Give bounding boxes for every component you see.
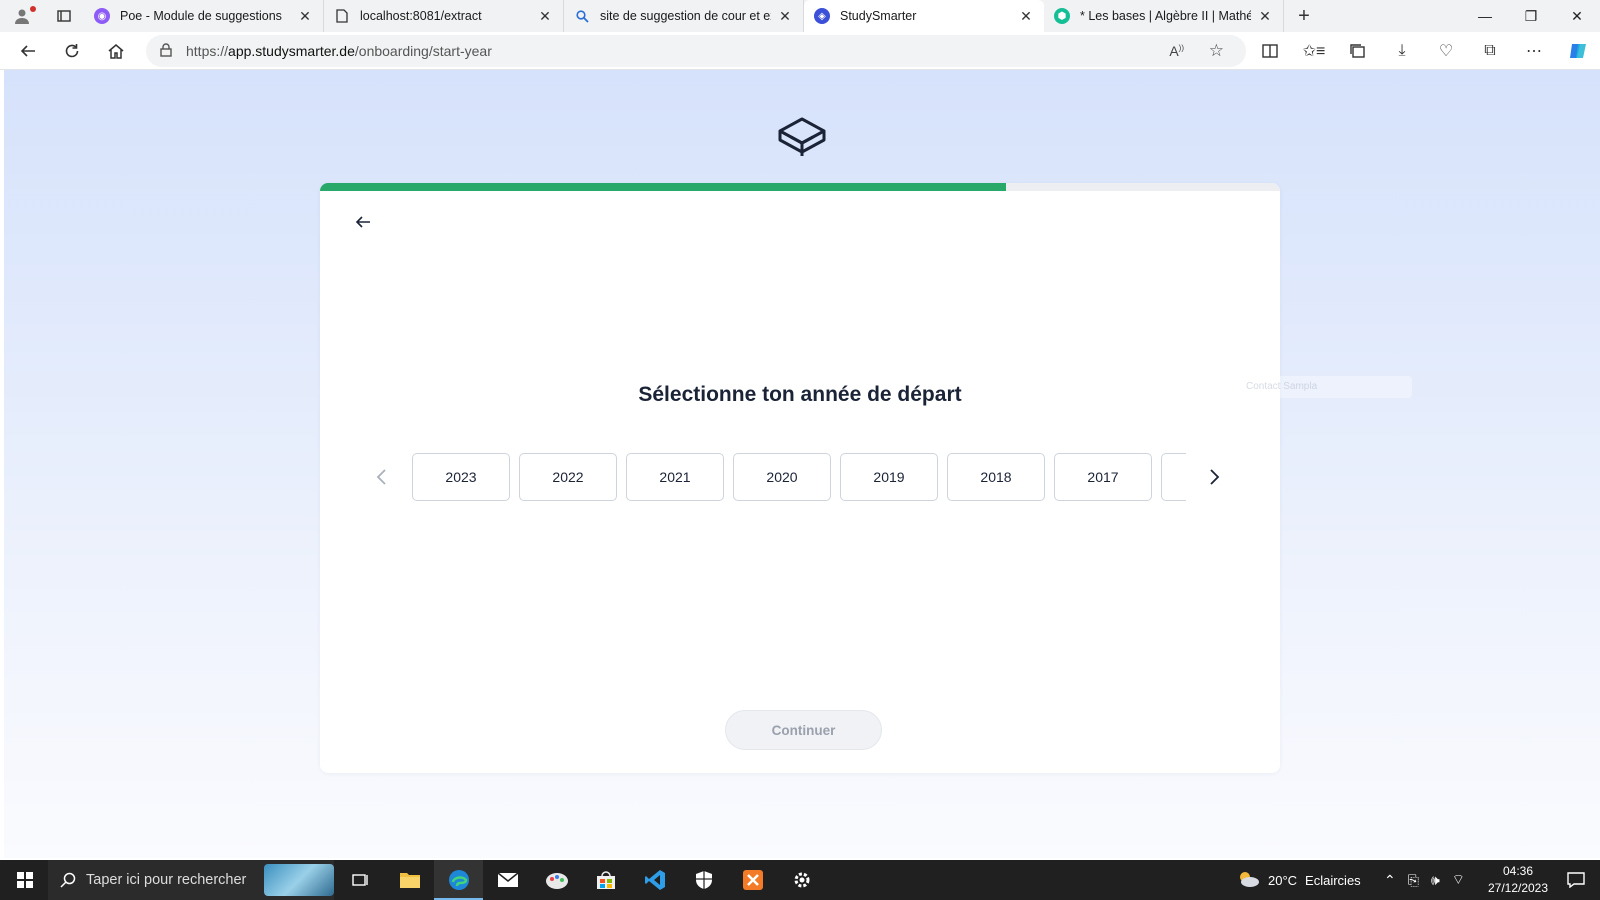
tab-actions-icon[interactable]	[44, 0, 84, 32]
split-screen-icon[interactable]	[1248, 32, 1292, 70]
xampp-icon[interactable]	[728, 860, 777, 900]
close-tab-icon[interactable]: ✕	[297, 8, 313, 25]
year-option-2022[interactable]: 2022	[519, 453, 617, 501]
minimize-button[interactable]: —	[1462, 0, 1508, 32]
years-viewport: 2023202220212020201920182017 2016	[412, 453, 1186, 501]
read-aloud-icon[interactable]: A))	[1169, 43, 1184, 59]
studysmarter-icon: ◈	[814, 8, 830, 24]
browser-tab[interactable]: ◈ StudySmarter ✕	[804, 0, 1044, 32]
year-option-2016[interactable]: 2016	[1161, 453, 1186, 501]
navigation-bar: https://app.studysmarter.de/onboarding/s…	[0, 32, 1600, 70]
ghost-overlay-text: Contact Sampla	[1214, 376, 1412, 398]
store-icon[interactable]	[581, 860, 630, 900]
search-placeholder: Taper ici pour rechercher	[86, 872, 247, 888]
restore-button[interactable]: ❐	[1508, 0, 1554, 32]
home-button[interactable]	[94, 32, 138, 70]
search-icon	[60, 872, 76, 892]
onboarding-card: Sélectionne ton année de départ 2023 2022…	[320, 183, 1280, 773]
browser-tab[interactable]: localhost:8081/extract ✕	[324, 0, 564, 32]
close-tab-icon[interactable]: ✕	[777, 8, 793, 25]
close-tab-icon[interactable]: ✕	[537, 8, 553, 25]
page-background: Sélectionne ton année de départ 2023 2022…	[4, 70, 1600, 858]
poe-icon: ◉	[94, 8, 110, 24]
vscode-icon[interactable]	[630, 860, 679, 900]
url-path: /onboarding/start-year	[354, 43, 492, 59]
settings-gear-icon[interactable]	[777, 860, 826, 900]
tray-icons: ⌃ ⎘ 🕪 ⌔	[1384, 860, 1465, 900]
studysmarter-logo-icon	[776, 116, 828, 160]
year-option-2018[interactable]: 2018	[947, 453, 1045, 501]
clock-time: 04:36	[1502, 864, 1534, 878]
close-tab-icon[interactable]: ✕	[1018, 8, 1034, 25]
browser-tab[interactable]: ◉ Poe - Module de suggestions ✕	[84, 0, 324, 32]
notification-dot-icon	[30, 6, 36, 12]
clock[interactable]: 04:36 27/12/2023	[1478, 860, 1558, 900]
year-option-2017[interactable]: 2017	[1054, 453, 1152, 501]
address-bar[interactable]: https://app.studysmarter.de/onboarding/s…	[146, 35, 1246, 67]
carousel-next-button[interactable]	[1196, 459, 1232, 495]
close-window-button[interactable]: ✕	[1554, 0, 1600, 32]
year-option-2023[interactable]: 2023	[412, 453, 510, 501]
more-menu-icon[interactable]: ⋯	[1512, 32, 1556, 70]
browser-tab[interactable]: ⬢ * Les bases | Algèbre II | Mathém ✕	[1044, 0, 1284, 32]
profile-icon[interactable]	[0, 0, 44, 32]
tab-title: StudySmarter	[840, 9, 917, 23]
favorites-icon[interactable]: ✩≡	[1292, 32, 1336, 70]
year-option-2021[interactable]: 2021	[626, 453, 724, 501]
browser-essentials-icon[interactable]: ♡	[1424, 32, 1468, 70]
copilot-icon[interactable]	[1556, 32, 1600, 70]
weather-cloud-sun-icon	[1236, 869, 1260, 892]
downloads-icon[interactable]: ⤓	[1380, 32, 1424, 70]
back-arrow-button[interactable]	[350, 209, 376, 235]
refresh-button[interactable]	[50, 32, 94, 70]
browser-tab[interactable]: site de suggestion de cour et exe ✕	[564, 0, 804, 32]
extensions-icon[interactable]: ⧉	[1468, 32, 1512, 70]
notification-center-icon[interactable]	[1556, 860, 1596, 900]
document-icon	[334, 8, 350, 24]
year-option-2020[interactable]: 2020	[733, 453, 831, 501]
tab-title: Poe - Module de suggestions	[120, 9, 282, 23]
new-tab-button[interactable]: +	[1284, 0, 1324, 32]
file-explorer-icon[interactable]	[385, 860, 434, 900]
progress-bar	[320, 183, 1280, 191]
wifi-icon[interactable]: ⌔	[1452, 871, 1465, 889]
url-host: app.studysmarter.de	[228, 43, 355, 59]
page-title: Sélectionne ton année de départ	[638, 383, 962, 406]
back-nav-button[interactable]	[6, 32, 50, 70]
weather-temp: 20°C	[1268, 872, 1298, 888]
carousel-prev-button[interactable]	[364, 459, 400, 495]
year-option-2019[interactable]: 2019	[840, 453, 938, 501]
paint-icon[interactable]	[532, 860, 581, 900]
lock-icon	[160, 42, 172, 60]
url-prefix: https://	[186, 43, 229, 59]
browser-tab-strip: ◉ Poe - Module de suggestions ✕ localhost:8…	[0, 0, 1600, 32]
device-icon[interactable]: ⎘	[1408, 872, 1419, 889]
weather-widget[interactable]: 20°C Eclaircies	[1236, 860, 1361, 900]
taskbar-search-input[interactable]: Taper ici pour rechercher	[48, 860, 334, 900]
volume-icon[interactable]: 🕪	[1431, 872, 1440, 889]
search-icon	[574, 8, 590, 24]
collections-icon[interactable]	[1336, 32, 1380, 70]
tab-title: * Les bases | Algèbre II | Mathém	[1080, 9, 1251, 23]
edge-browser-icon[interactable]	[434, 860, 483, 900]
show-hidden-icons-chevron-icon[interactable]: ⌃	[1384, 872, 1396, 889]
search-highlight-image-icon	[264, 864, 334, 896]
mail-icon[interactable]	[483, 860, 532, 900]
weather-desc: Eclaircies	[1305, 872, 1361, 888]
close-tab-icon[interactable]: ✕	[1257, 8, 1273, 25]
security-shield-icon[interactable]	[679, 860, 728, 900]
favorite-star-icon[interactable]: ☆	[1209, 41, 1224, 61]
clock-date: 27/12/2023	[1487, 881, 1549, 895]
start-button[interactable]	[0, 860, 49, 900]
continue-button[interactable]: Continuer	[725, 710, 882, 750]
khan-icon: ⬢	[1054, 8, 1070, 24]
tab-title: site de suggestion de cour et exe	[600, 9, 771, 23]
progress-fill	[320, 183, 1007, 191]
tab-title: localhost:8081/extract	[360, 9, 482, 23]
year-carousel: 2023202220212020201920182017 2016	[364, 453, 1236, 501]
task-view-icon[interactable]	[336, 860, 385, 900]
windows-taskbar: Taper ici pour rechercher 20°C Eclaircie…	[0, 860, 1600, 900]
